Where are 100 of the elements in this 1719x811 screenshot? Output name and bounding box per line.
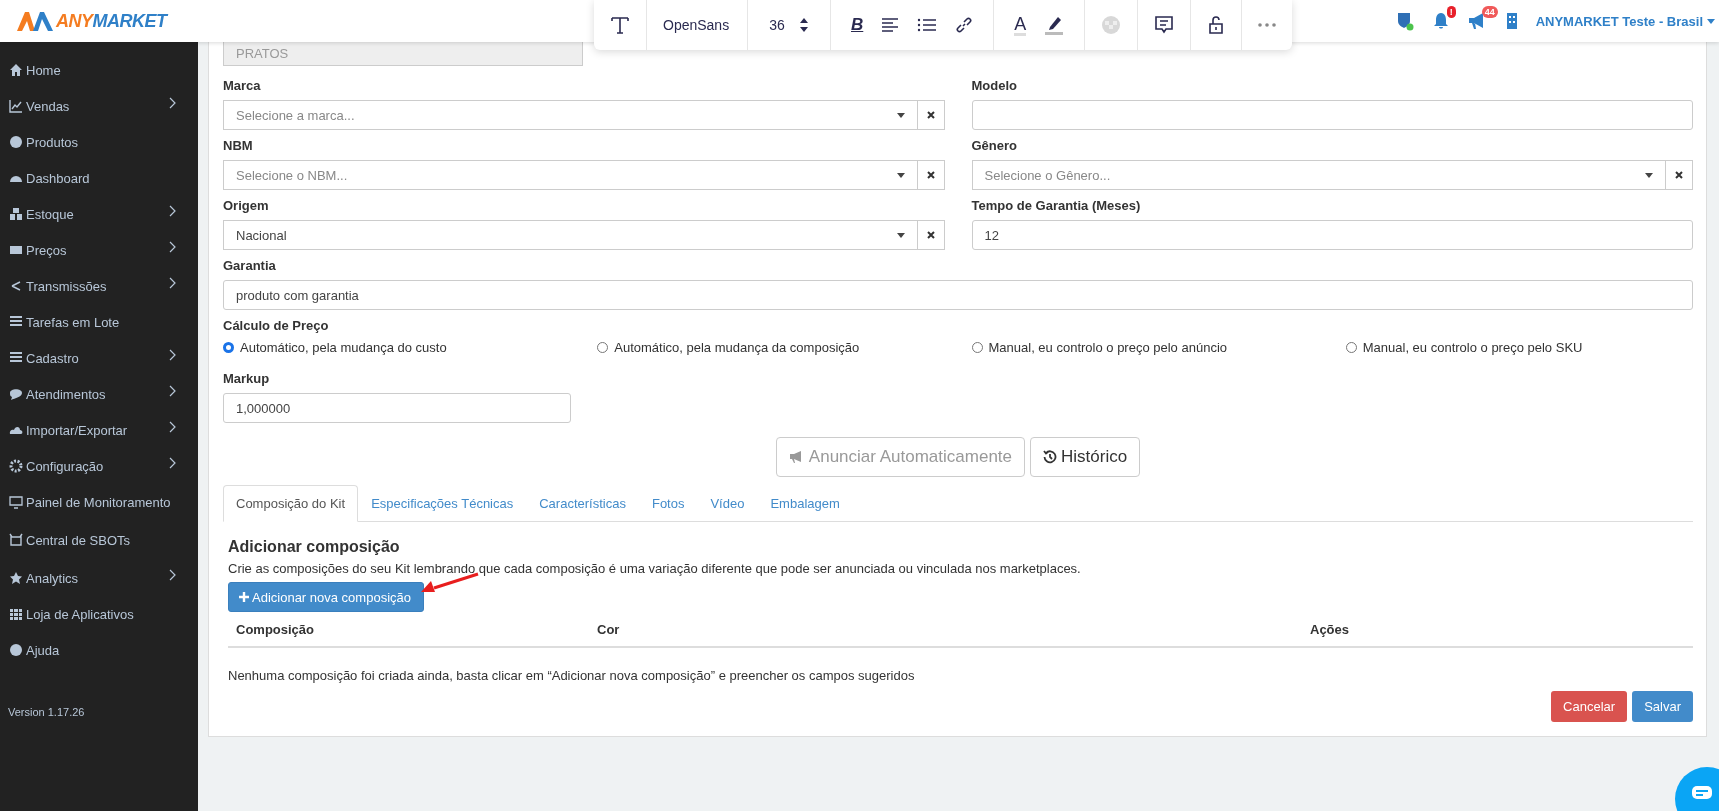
input-field[interactable]: 1,000000: [223, 393, 571, 423]
sidebar-item[interactable]: Loja de Aplicativos: [0, 596, 198, 632]
star-icon: [9, 571, 23, 585]
tab[interactable]: Fotos: [638, 485, 698, 522]
logo-text: ANYMARKET: [56, 10, 167, 32]
close-icon: [926, 111, 935, 119]
caret-icon: [896, 232, 905, 238]
list-icon: [9, 351, 23, 365]
building-icon[interactable]: [1505, 12, 1518, 30]
select-field[interactable]: Selecione a marca...: [223, 100, 918, 130]
clear-button[interactable]: [917, 220, 945, 250]
sidebar-item[interactable]: Produtos: [0, 124, 198, 160]
field-label: Tempo de Garantia (Meses): [971, 198, 1142, 213]
radio-button[interactable]: [223, 342, 234, 353]
radio-label: Manual, eu controlo o preço pelo anúncio: [988, 340, 1227, 355]
caret-icon: [1645, 172, 1653, 178]
tab[interactable]: Especificações Técnicas: [358, 485, 527, 522]
sidebar-item[interactable]: Transmissões: [0, 268, 198, 304]
banknote-icon: [9, 243, 23, 257]
caret-icon: [896, 112, 905, 118]
sidebar-item[interactable]: Cadastro: [0, 340, 198, 376]
select-field[interactable]: Selecione o NBM...: [223, 160, 918, 190]
clear-button[interactable]: [917, 100, 945, 130]
share-icon: [9, 279, 23, 293]
link-icon[interactable]: [955, 16, 974, 34]
account-menu[interactable]: ANYMARKET Teste - Brasil: [1535, 13, 1703, 29]
sidebar-item[interactable]: Central de SBOTs: [0, 520, 198, 560]
empty-message: Nenhuma composição foi criada ainda, basta clicar em “Adicionar nova composição” e preencher os campos sugeridos: [228, 668, 916, 683]
bullet-list-icon[interactable]: [917, 18, 938, 32]
select-field[interactable]: Nacional: [223, 220, 918, 250]
bold-button[interactable]: B: [851, 15, 864, 35]
sidebar-item[interactable]: Ajuda: [0, 632, 198, 668]
caret-icon: [1707, 18, 1715, 24]
input-field[interactable]: [971, 100, 1693, 130]
sidebar-item[interactable]: Estoque: [0, 196, 198, 232]
radio-label: Automático, pela mudança do custo: [240, 340, 447, 355]
highlighter-icon[interactable]: [1044, 14, 1065, 36]
sidebar-item[interactable]: Analytics: [0, 560, 198, 596]
shield-icon[interactable]: [1395, 11, 1414, 31]
notification-badge: !: [1446, 6, 1456, 18]
radio-label: Manual, eu controlo o preço pelo SKU: [1362, 340, 1583, 355]
gear-icon: [9, 459, 23, 473]
cubes-icon: [9, 207, 23, 221]
sidebar-item[interactable]: Dashboard: [0, 160, 198, 196]
monitor-icon: [9, 495, 23, 509]
save-button[interactable]: Salvar: [1632, 691, 1693, 722]
field-label: Origem: [223, 198, 270, 213]
history-button[interactable]: Histórico: [1030, 437, 1141, 477]
arrow-annotation: [420, 572, 480, 594]
sidebar-item[interactable]: Importar/Exportar: [0, 412, 198, 448]
chat-icon: [1691, 785, 1713, 801]
more-icon[interactable]: [1258, 23, 1277, 27]
history-icon: [1043, 450, 1057, 464]
text-color-button[interactable]: A: [1014, 14, 1027, 36]
sidebar-item[interactable]: Home: [0, 52, 198, 88]
section-description: Crie as composições do seu Kit lembrando que cada composição é uma variação diferente que pode ser anunciada ou vinculada nos marketplaces.: [228, 561, 1082, 576]
tab[interactable]: Embalagem: [757, 485, 853, 522]
close-icon: [926, 171, 935, 179]
stepper-icon[interactable]: [798, 16, 809, 34]
unlock-icon[interactable]: [1207, 15, 1226, 35]
align-left-icon[interactable]: [881, 18, 900, 32]
logo-icon: [16, 10, 54, 32]
field-label: Markup: [223, 371, 271, 386]
section-title: Adicionar composição: [228, 538, 401, 556]
column-header: Composição: [236, 621, 314, 637]
tab[interactable]: Composição do Kit: [223, 485, 359, 522]
input-field[interactable]: 12: [971, 220, 1693, 250]
robot-icon: [9, 533, 23, 547]
sidebar-item[interactable]: Vendas: [0, 88, 198, 124]
close-icon: [1675, 171, 1683, 179]
field-label: Garantia: [223, 258, 277, 273]
announcement-badge: 44: [1481, 6, 1498, 18]
version-label: Version 1.17.26: [7, 705, 86, 718]
radio-label: Automático, pela mudança da composição: [614, 340, 860, 355]
font-size-field[interactable]: 36: [769, 17, 785, 33]
comment-icon[interactable]: [1154, 15, 1175, 35]
tab[interactable]: Vídeo: [697, 485, 758, 522]
field-label: Cálculo de Preço: [223, 318, 330, 333]
sidebar-item[interactable]: Preços: [0, 232, 198, 268]
grid-icon: [9, 607, 23, 621]
caret-icon: [896, 172, 905, 178]
font-family-select[interactable]: OpenSans: [663, 17, 730, 33]
close-icon: [926, 231, 935, 239]
cancel-button[interactable]: Cancelar: [1551, 691, 1628, 722]
sidebar-item[interactable]: Tarefas em Lote: [0, 304, 198, 340]
sidebar-item[interactable]: Painel de Monitoramento: [0, 484, 198, 520]
sidebar-item[interactable]: Atendimentos: [0, 376, 198, 412]
speech-bubble-icon: [9, 387, 23, 401]
home-icon: [9, 63, 23, 77]
add-composition-button[interactable]: Adicionar nova composição: [228, 582, 424, 612]
select-field[interactable]: Selecione o Gênero...: [971, 160, 1666, 190]
tab[interactable]: Características: [526, 485, 639, 522]
input-field[interactable]: produto com garantia: [223, 280, 1693, 310]
plus-icon: [239, 592, 249, 602]
clear-button[interactable]: [1666, 160, 1693, 190]
sidebar-item[interactable]: Configuração: [0, 448, 198, 484]
tasks-icon: [9, 315, 23, 329]
text-tool-icon[interactable]: [610, 15, 630, 35]
chart-icon: [9, 99, 23, 113]
clear-button[interactable]: [917, 160, 945, 190]
